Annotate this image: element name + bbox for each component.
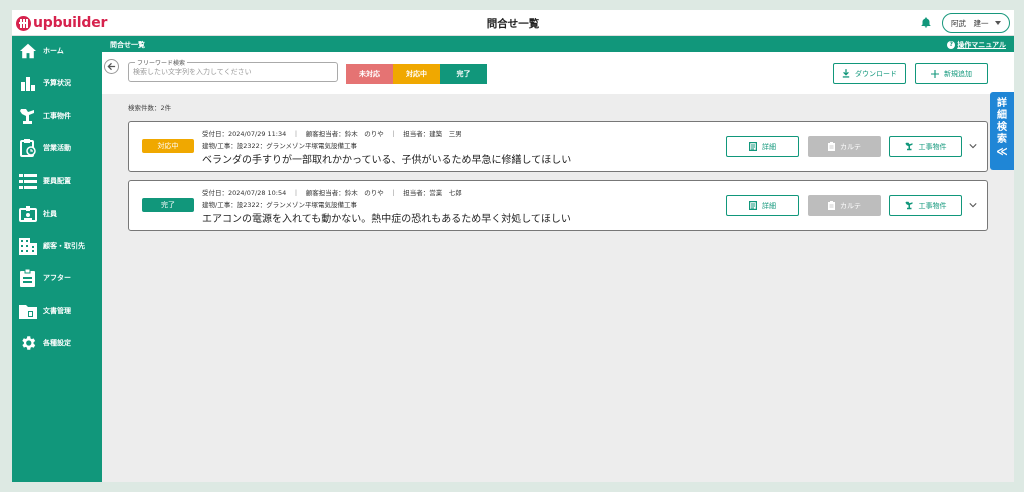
sidebar-item-settings[interactable]: 各種設定: [12, 330, 102, 356]
download-button-label: ダウンロード: [855, 69, 897, 78]
add-new-button[interactable]: 新規追加: [915, 63, 988, 84]
result-count: 検索件数：2件: [128, 104, 172, 112]
clipboard-icon: [828, 142, 835, 151]
advanced-search-char: 検: [997, 122, 1007, 133]
inquiry-meta: 受付日：2024/07/28 10:54 ｜ 顧客担当者：鈴木 のりや ｜ 担当…: [202, 189, 462, 197]
chevron-down-icon[interactable]: [969, 142, 977, 150]
karte-button-label: カルテ: [840, 201, 861, 210]
sidebar-item-label: 要員配置: [43, 177, 71, 185]
sidebar-item-label: アフター: [43, 274, 71, 282]
inquiry-project: 建物/工事：設2322：グランメゾン平塚電気設備工事: [202, 201, 358, 209]
sidebar-item-budget[interactable]: 予算状況: [12, 70, 102, 96]
construction-project-button[interactable]: 工事物件: [889, 195, 962, 216]
detail-button-label: 詳細: [762, 201, 776, 210]
bar-chart-icon: [18, 74, 37, 93]
document-icon: [749, 201, 757, 210]
sidebar-item-after[interactable]: アフター: [12, 265, 102, 291]
download-icon: [842, 69, 850, 78]
sidebar-item-label: 文書管理: [43, 307, 71, 315]
inquiry-card[interactable]: 対応中 受付日：2024/07/29 11:34 ｜ 顧客担当者：鈴木 のりや …: [128, 121, 988, 172]
double-chevron-left-icon: ≪: [996, 145, 1008, 158]
inquiry-project: 建物/工事：設2322：グランメゾン平塚電気設備工事: [202, 142, 358, 150]
clipboard-clock-icon: [18, 139, 37, 158]
sidebar-item-sales[interactable]: 営業活動: [12, 135, 102, 161]
sidebar-item-label: ホーム: [43, 47, 64, 55]
add-new-button-label: 新規追加: [944, 69, 972, 78]
construction-project-button-label: 工事物件: [918, 201, 947, 210]
sidebar-item-label: 各種設定: [43, 339, 71, 347]
search-bar: フリーワード検索 未対応 対応中 完了 ダウンロード 新規追加: [102, 52, 1014, 94]
sidebar-item-label: 予算状況: [43, 79, 71, 87]
clipboard-icon: [828, 201, 835, 210]
manual-link-label: 操作マニュアル: [957, 41, 1006, 49]
inquiry-title: エアコンの電源を入れても動かない。熱中症の恐れもあるため早く対処してほしい: [202, 214, 571, 225]
advanced-search-char: 詳: [997, 98, 1007, 109]
sidebar-item-label: 工事物件: [43, 112, 71, 120]
detail-button[interactable]: 詳細: [726, 195, 799, 216]
breadcrumb-bar: 問合せ一覧 ? 操作マニュアル: [102, 36, 1014, 52]
detail-button-label: 詳細: [762, 142, 776, 151]
download-button[interactable]: ダウンロード: [833, 63, 906, 84]
karte-button[interactable]: カルテ: [808, 136, 881, 157]
advanced-search-char: 細: [997, 110, 1007, 121]
sidebar-item-home[interactable]: ホーム: [12, 38, 102, 64]
chevron-down-icon[interactable]: [969, 201, 977, 209]
bell-icon[interactable]: [920, 16, 932, 29]
arrow-left-icon: [107, 62, 116, 71]
caret-down-icon: [995, 21, 1001, 25]
collapse-sidebar-button[interactable]: [104, 59, 119, 74]
inquiry-meta: 受付日：2024/07/29 11:34 ｜ 顧客担当者：鈴木 のりや ｜ 担当…: [202, 130, 462, 138]
sidebar-item-employees[interactable]: 社員: [12, 201, 102, 227]
sidebar-item-label: 営業活動: [43, 144, 71, 152]
sidebar-item-label: 顧客・取引先: [43, 242, 85, 250]
help-icon: ?: [947, 41, 956, 49]
user-menu-button[interactable]: 阿武 建一: [942, 13, 1010, 33]
home-icon: [18, 42, 37, 61]
status-tab-in-progress[interactable]: 対応中: [393, 64, 440, 84]
sidebar-item-label: 社員: [43, 210, 57, 218]
status-badge: 対応中: [142, 139, 194, 153]
assignment-icon: [18, 269, 37, 288]
manual-link[interactable]: ? 操作マニュアル: [947, 40, 1006, 50]
construction-project-button-label: 工事物件: [918, 142, 947, 151]
freeword-search-box: フリーワード検索: [128, 58, 338, 82]
inquiry-card[interactable]: 完了 受付日：2024/07/28 10:54 ｜ 顧客担当者：鈴木 のりや ｜…: [128, 180, 988, 231]
freeword-search-input[interactable]: [133, 66, 333, 78]
plus-icon: [931, 69, 939, 78]
breadcrumb: 問合せ一覧: [110, 41, 145, 49]
badge-icon: [18, 205, 37, 224]
user-name: 阿武 建一: [951, 18, 989, 28]
karte-button-label: カルテ: [840, 142, 861, 151]
sidebar-item-documents[interactable]: 文書管理: [12, 298, 102, 324]
app-frame: upbuilder 問合せ一覧 阿武 建一 ホーム 予算状況 工事物件 営業活動…: [12, 10, 1014, 482]
building-icon: [18, 237, 37, 256]
advanced-search-tab[interactable]: 詳 細 検 索 ≪: [990, 92, 1014, 170]
status-badge: 完了: [142, 198, 194, 212]
inquiry-title: ベランダの手すりが一部取れかかっている、子供がいるため早急に修繕してほしい: [202, 155, 572, 166]
sidebar: ホーム 予算状況 工事物件 営業活動 要員配置 社員 顧客・取引先 アフター 文…: [12, 36, 102, 482]
sidebar-item-customers[interactable]: 顧客・取引先: [12, 233, 102, 259]
sidebar-item-construction[interactable]: 工事物件: [12, 103, 102, 129]
folder-icon: [18, 302, 37, 321]
sidebar-item-staffing[interactable]: 要員配置: [12, 168, 102, 194]
status-tab-completed[interactable]: 完了: [440, 64, 487, 84]
gear-icon: [18, 334, 37, 353]
top-bar: upbuilder 問合せ一覧 阿武 建一: [12, 10, 1014, 36]
status-tab-unhandled[interactable]: 未対応: [346, 64, 393, 84]
construction-project-button[interactable]: 工事物件: [889, 136, 962, 157]
construction-icon: [905, 201, 914, 210]
status-filter-tabs: 未対応 対応中 完了: [346, 64, 487, 84]
page-title: 問合せ一覧: [486, 18, 540, 30]
construction-icon: [18, 107, 37, 126]
list-icon: [18, 172, 37, 191]
detail-button[interactable]: 詳細: [726, 136, 799, 157]
construction-icon: [905, 142, 914, 151]
document-icon: [749, 142, 757, 151]
karte-button[interactable]: カルテ: [808, 195, 881, 216]
